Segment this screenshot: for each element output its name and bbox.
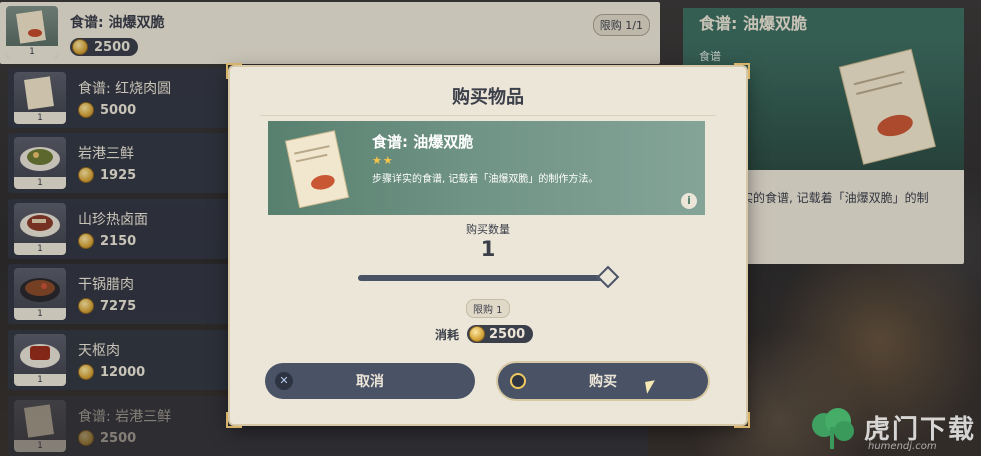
purchase-dialog: 购买物品 食谱: 油爆双脆 ★★ 步骤详实的食谱, 记载着「油爆双脆」的制作方法… — [226, 63, 750, 428]
cost-amount: 2500 — [467, 325, 534, 343]
corner-ornament — [734, 63, 750, 79]
watermark-url: humendj.com — [868, 441, 937, 452]
quantity-slider[interactable] — [358, 265, 620, 289]
purchase-limit-badge: 限购 1 — [466, 299, 510, 318]
cross-icon: ✕ — [275, 372, 293, 390]
recipe-scroll-icon — [284, 130, 350, 209]
info-icon[interactable]: i — [681, 193, 697, 209]
quantity-value: 1 — [480, 237, 496, 261]
purchase-item-card: 食谱: 油爆双脆 ★★ 步骤详实的食谱, 记载着「油爆双脆」的制作方法。 i — [268, 121, 705, 215]
circle-icon — [510, 373, 526, 389]
quantity-label: 购买数量 — [466, 223, 510, 236]
cost-row: 消耗 2500 — [435, 325, 534, 343]
title-divider — [260, 115, 716, 116]
corner-ornament — [734, 412, 750, 428]
cancel-button[interactable]: ✕ 取消 — [265, 363, 475, 399]
watermark: 虎门下载 humendj.com — [806, 405, 981, 455]
purchase-item-name: 食谱: 油爆双脆 — [372, 133, 474, 151]
rarity-stars: ★★ — [372, 154, 394, 167]
pointer-cursor-icon — [645, 380, 657, 394]
corner-ornament — [226, 63, 242, 79]
slider-fill — [358, 275, 608, 281]
mora-coin-icon — [469, 326, 486, 342]
corner-ornament — [226, 412, 242, 428]
cost-label: 消耗 — [435, 327, 460, 342]
purchase-item-description: 步骤详实的食谱, 记载着「油爆双脆」的制作方法。 — [372, 174, 599, 185]
slider-handle[interactable] — [596, 265, 620, 289]
buy-button[interactable]: 购买 — [498, 363, 708, 399]
cloud-tree-logo-icon — [812, 408, 854, 449]
dialog-title: 购买物品 — [452, 87, 524, 108]
